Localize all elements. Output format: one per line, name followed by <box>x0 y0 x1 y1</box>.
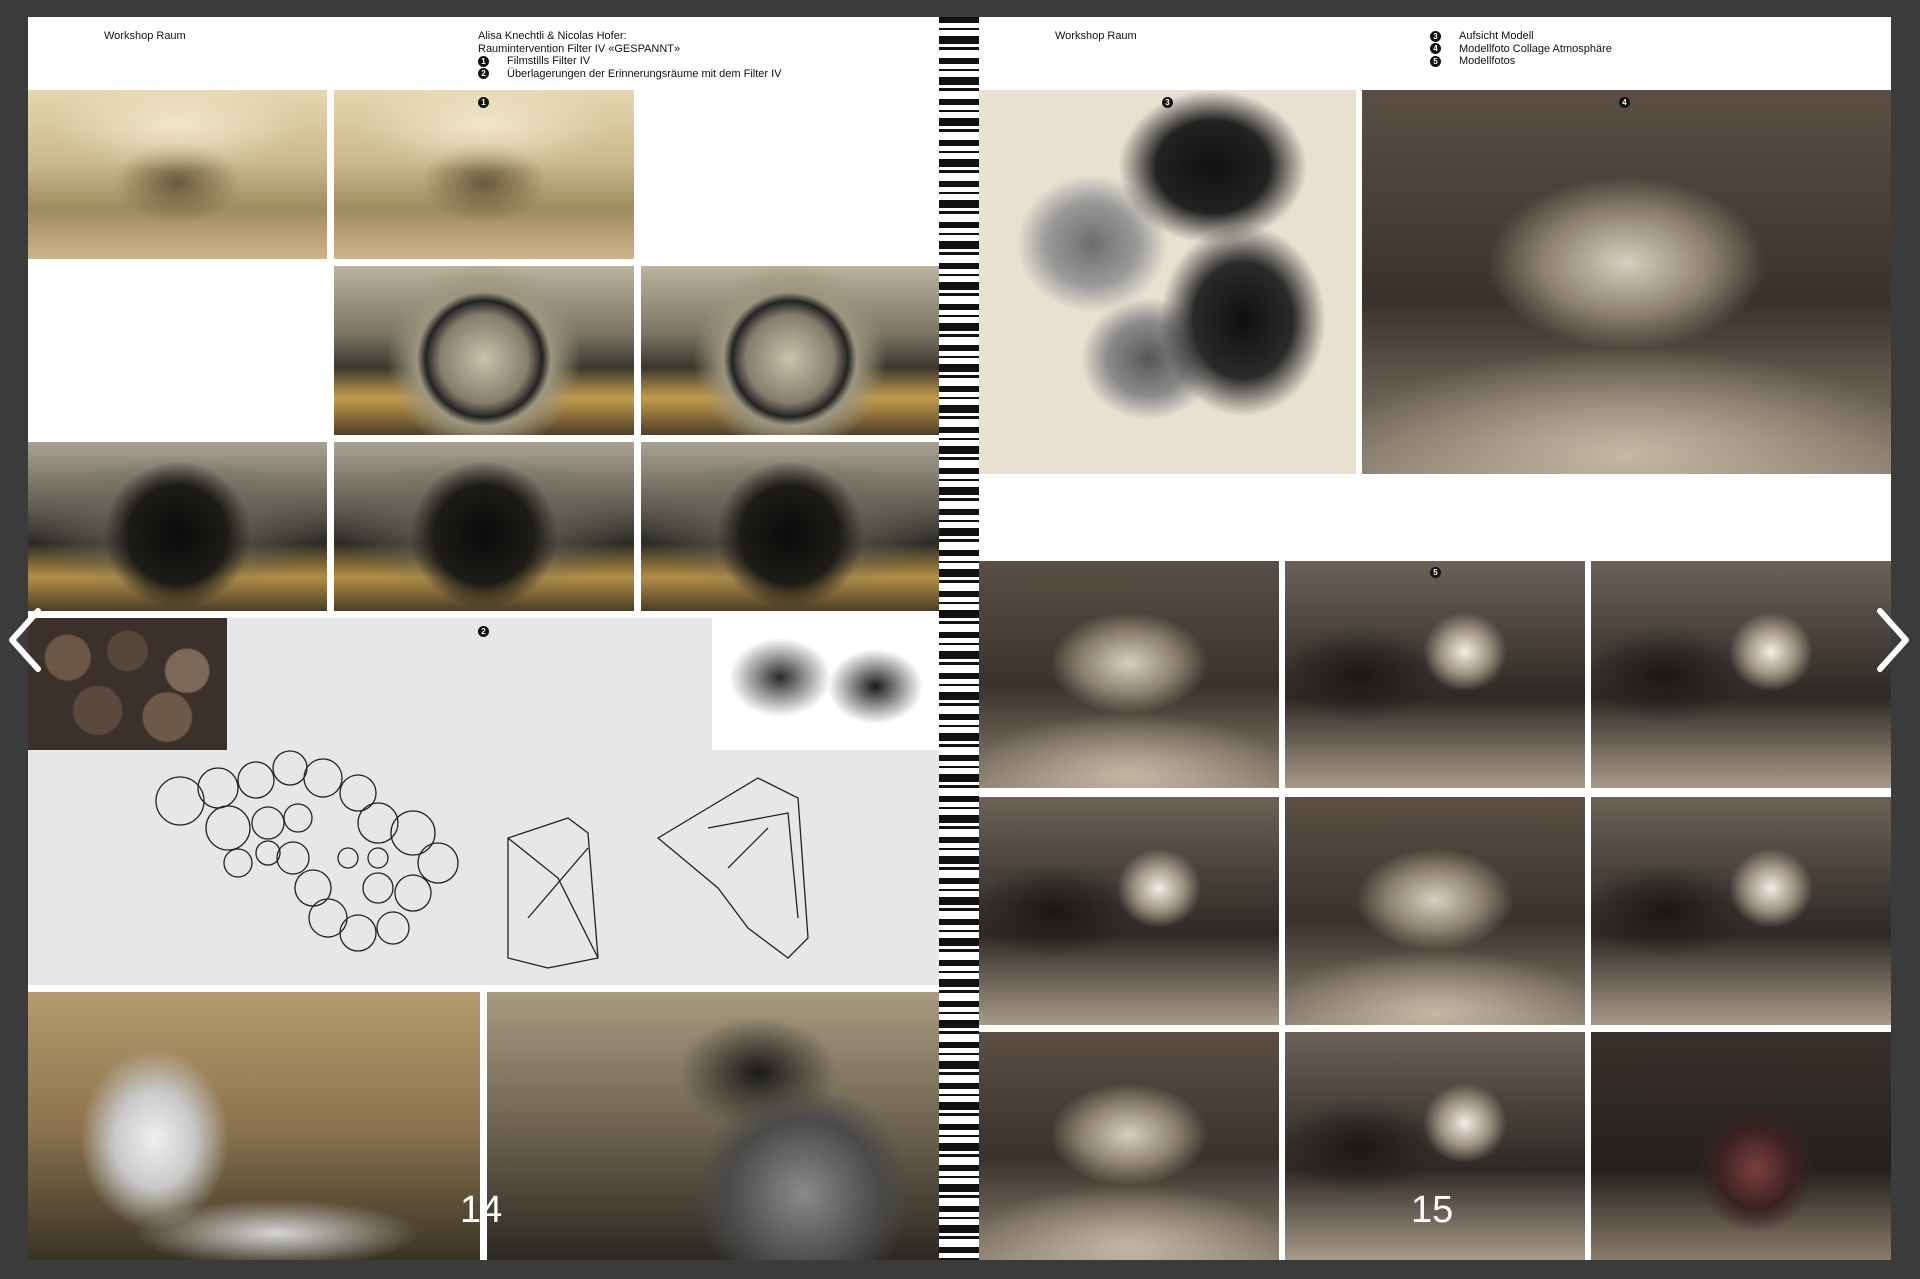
left-header-title: Alisa Knechtli & Nicolas Hofer: <box>478 30 627 42</box>
legend-text: Überlagerungen der Erinnerungsräume mit … <box>507 67 782 80</box>
page-number-left: 14 <box>460 1189 503 1231</box>
filmstill-photo <box>28 442 327 611</box>
model-photo <box>979 561 1279 788</box>
model-top-view-photo <box>979 90 1356 474</box>
left-header-subtitle: Raumintervention Filter IV «GESPANNT» <box>478 42 681 55</box>
model-atmosphere-collage-photo <box>1362 90 1891 474</box>
prev-page-button[interactable] <box>6 605 46 675</box>
legend-number: 3 <box>1430 30 1441 42</box>
right-legend-item-3: 3 Aufsicht Modell <box>1430 30 1612 43</box>
left-header-label: Workshop Raum <box>104 30 186 42</box>
model-photo <box>1285 797 1585 1025</box>
filmstill-photo <box>641 442 939 611</box>
model-photo <box>1285 561 1585 788</box>
legend-text: Modellfoto Collage Atmosphäre <box>1459 42 1612 55</box>
model-photo <box>979 1032 1279 1260</box>
filmstill-photo <box>641 266 939 435</box>
filmstill-photo <box>641 90 939 259</box>
page-spine-barcode <box>939 17 979 1260</box>
legend-text: Aufsicht Modell <box>1459 30 1534 42</box>
sketch-drawings <box>155 750 809 969</box>
collage-panel: 2 <box>28 618 939 985</box>
filmstill-photo <box>334 266 634 435</box>
legend-number: 5 <box>1430 55 1441 67</box>
right-legend-item-5: 5 Modellfotos <box>1430 55 1612 68</box>
overlay-smoke-photo <box>28 992 480 1260</box>
right-page: Workshop Raum 3 Aufsicht Modell 4 Modellfo… <box>979 17 1891 1260</box>
legend-text: Filmstills Filter IV <box>507 55 591 67</box>
marker-4: 4 <box>1619 97 1630 108</box>
legend-text: Modellfotos <box>1459 55 1516 67</box>
next-page-button[interactable] <box>1872 605 1912 675</box>
overlay-pebbles-photo <box>487 992 939 1260</box>
marker-2: 2 <box>478 626 489 637</box>
left-legend-item-2: 2 Überlagerungen der Erinnerungsräume mit… <box>478 68 782 81</box>
model-photo <box>1591 561 1891 788</box>
legend-number: 4 <box>1430 43 1441 55</box>
chevron-left-icon <box>9 608 41 672</box>
filmstill-photo <box>334 90 634 259</box>
left-legend-item-1: 1 Filmstills Filter IV <box>478 55 782 68</box>
model-photo <box>1591 797 1891 1025</box>
left-header-block: Alisa Knechtli & Nicolas Hofer: Rauminte… <box>478 30 782 80</box>
marker-5: 5 <box>1430 567 1441 578</box>
model-photo <box>979 797 1279 1025</box>
page-number-right: 15 <box>1411 1189 1454 1231</box>
right-legend-item-4: 4 Modellfoto Collage Atmosphäre <box>1430 43 1612 56</box>
chevron-right-icon <box>1877 608 1909 672</box>
filmstill-photo <box>334 442 634 611</box>
right-header-block: 3 Aufsicht Modell 4 Modellfoto Collage Atm… <box>1430 30 1612 68</box>
filmstill-photo <box>28 90 327 259</box>
legend-number: 2 <box>478 68 489 80</box>
marker-1: 1 <box>478 97 489 108</box>
right-header-label: Workshop Raum <box>1055 30 1137 42</box>
marker-3: 3 <box>1162 97 1173 108</box>
model-photo <box>1591 1032 1891 1260</box>
left-page: Workshop Raum Alisa Knechtli & Nicolas H… <box>28 17 939 1260</box>
filmstill-photo <box>28 266 327 435</box>
legend-number: 1 <box>478 55 489 67</box>
